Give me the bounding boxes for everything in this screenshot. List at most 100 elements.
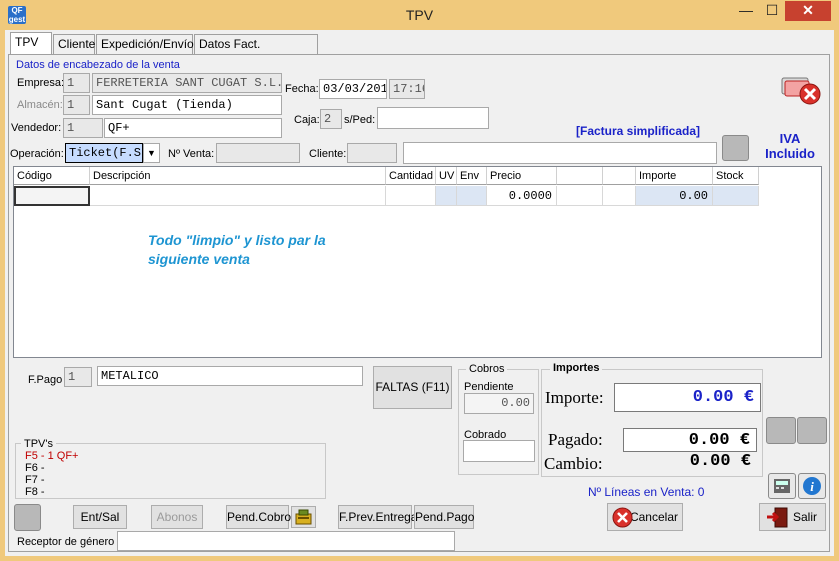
cell-cantidad[interactable]: [386, 186, 436, 206]
importes-title: Importes: [550, 361, 603, 375]
cancelar-button[interactable]: Cancelar: [607, 503, 683, 531]
svg-text:i: i: [810, 479, 814, 494]
column-header-blank-2[interactable]: [603, 167, 636, 185]
cliente-code-field[interactable]: [347, 143, 397, 163]
almacen-name-field: Sant Cugat (Tienda): [92, 95, 282, 115]
tab-expedicion-envio[interactable]: Expedición/Envío: [96, 34, 194, 54]
empresa-code-field[interactable]: 1: [63, 73, 90, 93]
tpv-item-f5[interactable]: F5 - 1 QF+: [25, 450, 79, 462]
factura-simplificada-label: [Factura simplificada]: [576, 124, 701, 138]
cash-register-icon[interactable]: [291, 506, 316, 528]
almacen-label: Almacén:: [17, 99, 63, 111]
fpago-name-field: METALICO: [97, 366, 363, 386]
column-header-uv[interactable]: UV: [436, 167, 457, 185]
side-button-right[interactable]: [797, 417, 827, 444]
pend-cobro-button[interactable]: Pend.Cobro: [226, 505, 291, 529]
column-header-stock[interactable]: Stock: [713, 167, 759, 185]
calculator-icon[interactable]: [768, 473, 796, 499]
cambio-label: Cambio:: [544, 454, 603, 473]
tab-cliente[interactable]: Cliente: [53, 34, 95, 54]
iva-label-line1: IVA: [779, 131, 801, 146]
iva-toggle-button[interactable]: [722, 135, 749, 161]
vendedor-code-field[interactable]: 1: [63, 118, 103, 138]
pagado-label: Pagado:: [548, 430, 603, 449]
cobrado-field[interactable]: [463, 440, 535, 462]
tab-datos-fact-adicionales[interactable]: Datos Fact. Adicionales: [194, 34, 318, 69]
side-button-left[interactable]: [766, 417, 796, 444]
fecha-field[interactable]: 03/03/2015: [319, 79, 387, 99]
cambio-display: 0.00 €: [689, 452, 751, 471]
cell-stock: [713, 186, 759, 206]
fpago-label: F.Pago: [28, 374, 63, 386]
operacion-label: Operación:: [10, 148, 64, 160]
pendiente-field: 0.00: [464, 393, 534, 414]
lineas-en-venta: Nº Líneas en Venta: 0: [588, 485, 705, 499]
tab-tpv[interactable]: TPV: [10, 32, 52, 55]
fpago-code-field[interactable]: 1: [64, 367, 92, 387]
cobros-title: Cobros: [466, 362, 508, 376]
receptor-label: Receptor de género: [17, 536, 115, 548]
empresa-name-field: FERRETERIA SANT CUGAT S.L.: [92, 73, 282, 93]
hora-field: 17:16: [389, 79, 425, 99]
importe-label: Importe:: [545, 388, 604, 407]
credit-card-cancel-icon[interactable]: [780, 72, 822, 106]
salir-button[interactable]: Salir: [759, 503, 826, 531]
sped-field[interactable]: [377, 107, 489, 129]
abonos-button[interactable]: Abonos: [151, 505, 203, 529]
column-header-env[interactable]: Env: [457, 167, 487, 185]
cell-codigo[interactable]: [14, 186, 90, 206]
cell-blank-1[interactable]: [557, 186, 603, 206]
window-title: TPV: [405, 7, 434, 23]
column-header-blank-1[interactable]: [557, 167, 603, 185]
close-button[interactable]: ✕: [785, 1, 831, 21]
blank-square-button[interactable]: [14, 504, 41, 531]
nventa-label: Nº Venta:: [168, 148, 215, 160]
faltas-button[interactable]: FALTAS (F11): [373, 366, 452, 409]
tpv-item-f6[interactable]: F6 -: [25, 462, 45, 474]
cell-uv: [436, 186, 457, 206]
fecha-label: Fecha:: [285, 83, 319, 95]
tpv-item-f8[interactable]: F8 -: [25, 486, 45, 498]
fprev-entrega-button[interactable]: F.Prev.Entrega: [338, 505, 417, 529]
cell-blank-2[interactable]: [603, 186, 636, 206]
nventa-field: [216, 143, 300, 163]
chevron-down-icon[interactable]: ▼: [143, 143, 160, 163]
cancelar-label: Cancelar: [629, 510, 678, 524]
iva-label: IVA Incluido: [760, 131, 820, 161]
operacion-select[interactable]: Ticket(F.S.): [65, 143, 143, 163]
salir-label: Salir: [792, 510, 817, 524]
caja-label: Caja:: [294, 114, 320, 126]
almacen-code-field[interactable]: 1: [63, 95, 90, 115]
sped-label: s/Ped:: [344, 114, 376, 126]
cell-importe: 0.00: [636, 186, 713, 206]
vendedor-name-field: QF+: [104, 118, 282, 138]
column-header-importe[interactable]: Importe: [636, 167, 713, 185]
pend-pago-button[interactable]: Pend.Pago: [414, 505, 474, 529]
tpv-item-f7[interactable]: F7 -: [25, 474, 45, 486]
cell-precio[interactable]: 0.0000: [487, 186, 557, 206]
caja-field: 2: [320, 109, 342, 129]
pagado-display: 0.00 €: [623, 428, 757, 452]
exit-door-icon: [765, 507, 789, 528]
cliente-label: Cliente:: [309, 148, 347, 160]
cliente-name-field: [403, 142, 717, 164]
clean-sale-note: Todo "limpio" y listo par la siguiente v…: [148, 232, 326, 267]
column-header-descripcion[interactable]: Descripción: [90, 167, 386, 185]
column-header-codigo[interactable]: Código: [14, 167, 90, 185]
column-header-cantidad[interactable]: Cantidad: [386, 167, 436, 185]
ent-sal-button[interactable]: Ent/Sal: [73, 505, 127, 529]
maximize-button[interactable]: ☐: [759, 1, 785, 21]
cell-env: [457, 186, 487, 206]
vendedor-label: Vendedor:: [11, 122, 62, 134]
iva-label-line2: Incluido: [765, 146, 815, 161]
importe-total-display: 0.00 €: [614, 383, 761, 412]
minimize-button[interactable]: —: [733, 1, 759, 21]
info-icon[interactable]: i: [798, 473, 826, 499]
tpvs-title: TPV's: [21, 437, 56, 451]
receptor-field[interactable]: [117, 531, 455, 551]
cancel-icon: [612, 507, 633, 528]
empresa-label: Empresa:: [17, 77, 65, 89]
column-header-precio[interactable]: Precio: [487, 167, 557, 185]
cell-descripcion[interactable]: [90, 186, 386, 206]
section-title: Datos de encabezado de la venta: [16, 59, 180, 71]
